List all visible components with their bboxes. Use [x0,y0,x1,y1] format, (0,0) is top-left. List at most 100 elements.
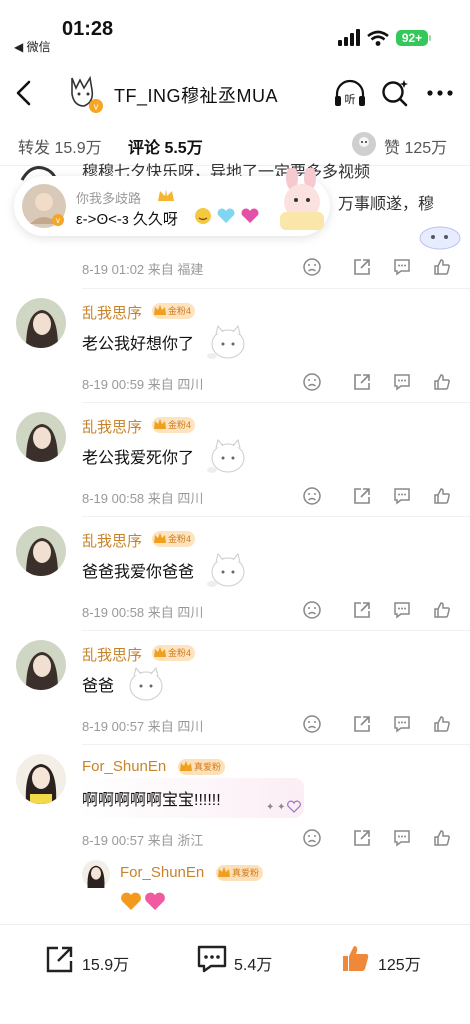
comment-text: 啊啊啊啊啊宝宝!!!!!! [82,792,221,809]
popup-text: ε-˃ʘ˂-з 久久呀 [76,211,178,228]
comment-meta: 8-19 00:59 来自 四川 [82,377,204,392]
like-icon[interactable] [432,714,452,734]
fan-badge: 真爱粉 [216,865,264,881]
sparkle-heart-icon: ✦ ✦ [266,800,301,813]
comment-meta: 8-19 00:58 来自 四川 [82,491,204,506]
comment-meta: 8-19 00:57 来自 浙江 [82,833,204,848]
tab-comment[interactable]: 评论 5.5万 [128,134,203,158]
like-icon[interactable] [432,828,452,848]
popup-username: 你我多歧路 [76,191,142,206]
crown-icon [154,305,166,315]
signal-wifi-icon [338,29,389,46]
fan-badge-label: 金粉4 [168,306,192,316]
listen-label: 听 [345,93,356,106]
comment-count: 5.4万 [234,957,273,974]
comment-actions [302,600,452,622]
listen-button[interactable]: 听 [332,78,368,110]
comment-avatar[interactable] [16,640,66,690]
comment-actions [302,486,452,508]
comment-avatar[interactable] [16,526,66,576]
headphones-icon: 听 [335,79,365,106]
comment-actions [302,714,452,736]
fan-badge: 金粉4 [152,303,196,319]
comment-username[interactable]: 乱我思序 [82,416,142,437]
share-icon[interactable] [352,714,372,734]
svg-text:v: v [56,216,60,225]
status-bar: 01:28 ◀ 微信 92+ [0,0,470,70]
dislike-face-icon[interactable] [302,600,322,620]
like-icon[interactable] [432,257,452,277]
reply-icon[interactable] [392,486,412,506]
dislike-face-icon[interactable] [302,372,322,392]
bunny-sticker [280,168,324,230]
comment-avatar[interactable] [16,298,66,348]
dislike-face-icon[interactable] [302,257,322,277]
reply-icon[interactable] [392,714,412,734]
battery-indicator: 92+ [396,30,428,46]
repost-button[interactable]: 15.9万 [44,943,144,977]
like-button[interactable]: 125万 [340,943,440,977]
like-icon[interactable] [432,600,452,620]
share-icon[interactable] [352,257,372,277]
account-avatar[interactable]: v [62,72,106,116]
reply-icon[interactable] [392,372,412,392]
reply-icon[interactable] [392,257,412,277]
crown-icon [154,419,166,429]
dislike-face-icon[interactable] [302,828,322,848]
dislike-face-icon[interactable] [302,714,322,734]
fan-badge: 金粉4 [152,417,196,433]
share-icon[interactable] [352,828,372,848]
comment-actions [302,372,452,394]
crown-icon [154,647,166,657]
comment-username[interactable]: For_ShunEn [82,758,166,775]
cat-sticker [207,438,245,473]
repost-icon [46,946,73,973]
page-title: TF_ING穆祉丞MUA [114,86,279,106]
comment-username[interactable]: 乱我思序 [82,302,142,323]
reply-username[interactable]: For_ShunEn [120,864,204,881]
share-icon[interactable] [352,372,372,392]
divider [82,402,470,403]
tab-repost[interactable]: 转发 15.9万 [18,134,102,158]
nav-bar: v TF_ING穆祉丞MUA 听 [0,70,470,120]
comment-meta: 8-19 00:57 来自 四川 [82,719,204,734]
share-icon[interactable] [352,486,372,506]
like-icon[interactable] [432,486,452,506]
cloud-sticker [419,226,461,250]
comment-text: 老公我爱死你了 [82,450,195,467]
search-icon[interactable] [380,78,410,108]
comment-button[interactable]: 5.4万 [196,943,296,977]
emoji-cat-hearts-icon [195,208,259,224]
tab-like[interactable]: 赞 125万 [384,134,447,158]
crown-icon [158,189,174,201]
reply-avatar[interactable] [82,860,110,888]
dislike-face-icon[interactable] [302,486,322,506]
crown-icon [154,533,166,543]
crown-icon [218,867,230,877]
comment-avatar[interactable] [16,754,66,804]
comment-bg-text-2: 万事顺遂，穆 [338,196,435,213]
comment-avatar[interactable] [16,412,66,462]
back-to-wechat-link[interactable]: ◀ 微信 [14,38,51,55]
back-arrow-icon[interactable] [10,78,40,108]
divider [82,288,470,289]
like-icon[interactable] [432,372,452,392]
reply-icon[interactable] [392,600,412,620]
fan-badge-label: 真爱粉 [194,762,222,772]
cat-sticker [129,666,163,701]
comment-username[interactable]: 乱我思序 [82,644,142,665]
reply-icon[interactable] [392,828,412,848]
fan-badge-label: 金粉4 [168,534,192,544]
fan-badge-label: 真爱粉 [232,868,260,878]
more-options-icon[interactable] [424,80,456,106]
popup-avatar: v [22,184,66,228]
divider [82,516,470,517]
comment-username[interactable]: 乱我思序 [82,530,142,551]
fan-badge: 真爱粉 [178,759,226,775]
battery-cap [429,35,431,41]
heart-emojis-icon [121,892,165,910]
status-time: 01:28 [62,18,114,40]
comment-actions [302,828,452,850]
like-filled-icon [343,946,369,971]
share-icon[interactable] [352,600,372,620]
